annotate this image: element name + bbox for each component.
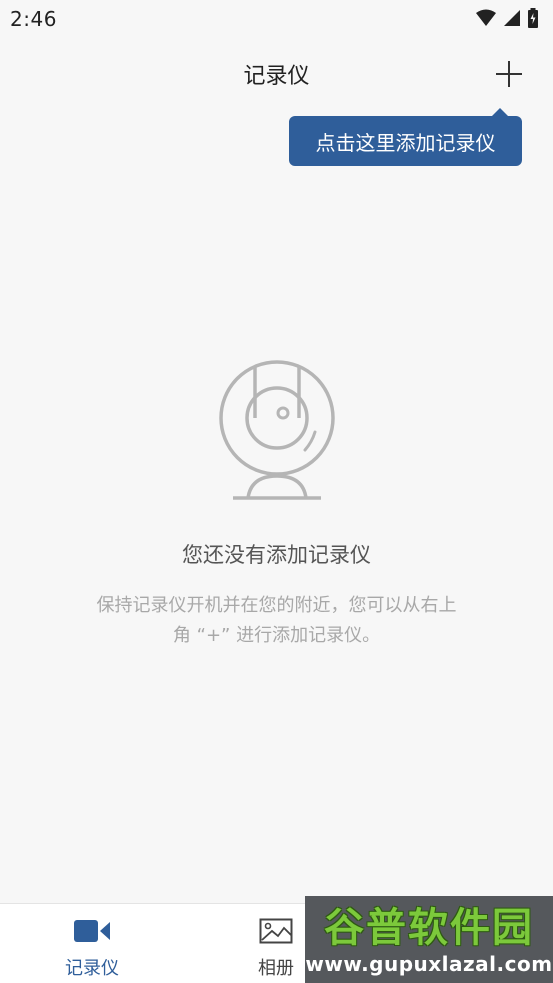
wifi-icon	[476, 9, 496, 26]
app-screen: 2:46 记录仪 点击这里添加记录仪 您还没有添加记录仪 保持记录仪开机并在您的…	[0, 0, 553, 983]
empty-state-title: 您还没有添加记录仪	[182, 543, 371, 567]
tab-recorder[interactable]: 记录仪	[0, 904, 184, 983]
status-time: 2:46	[10, 7, 57, 31]
image-icon	[259, 918, 293, 944]
status-icons	[475, 8, 539, 28]
tooltip-text: 点击这里添加记录仪	[315, 130, 496, 155]
title-bar: 记录仪	[0, 44, 553, 106]
add-recorder-tooltip[interactable]: 点击这里添加记录仪	[289, 108, 522, 166]
add-recorder-button[interactable]	[489, 54, 529, 94]
watermark-title: 谷普软件园	[324, 905, 534, 951]
page-title: 记录仪	[243, 64, 310, 89]
empty-state-description: 保持记录仪开机并在您的附近，您可以从右上角 “+” 进行添加记录仪。	[96, 595, 457, 646]
tab-label: 记录仪	[65, 958, 119, 979]
signal-icon	[504, 10, 520, 26]
webcam-icon	[219, 360, 335, 500]
watermark-url: www.gupuxlazal.com	[305, 952, 553, 976]
plus-icon	[496, 61, 522, 87]
tooltip-arrow	[492, 108, 508, 116]
watermark: 谷普软件园 www.gupuxlazal.com	[305, 896, 553, 983]
video-camera-icon	[74, 920, 110, 942]
battery-icon	[528, 8, 538, 28]
status-bar: 2:46	[0, 0, 553, 38]
